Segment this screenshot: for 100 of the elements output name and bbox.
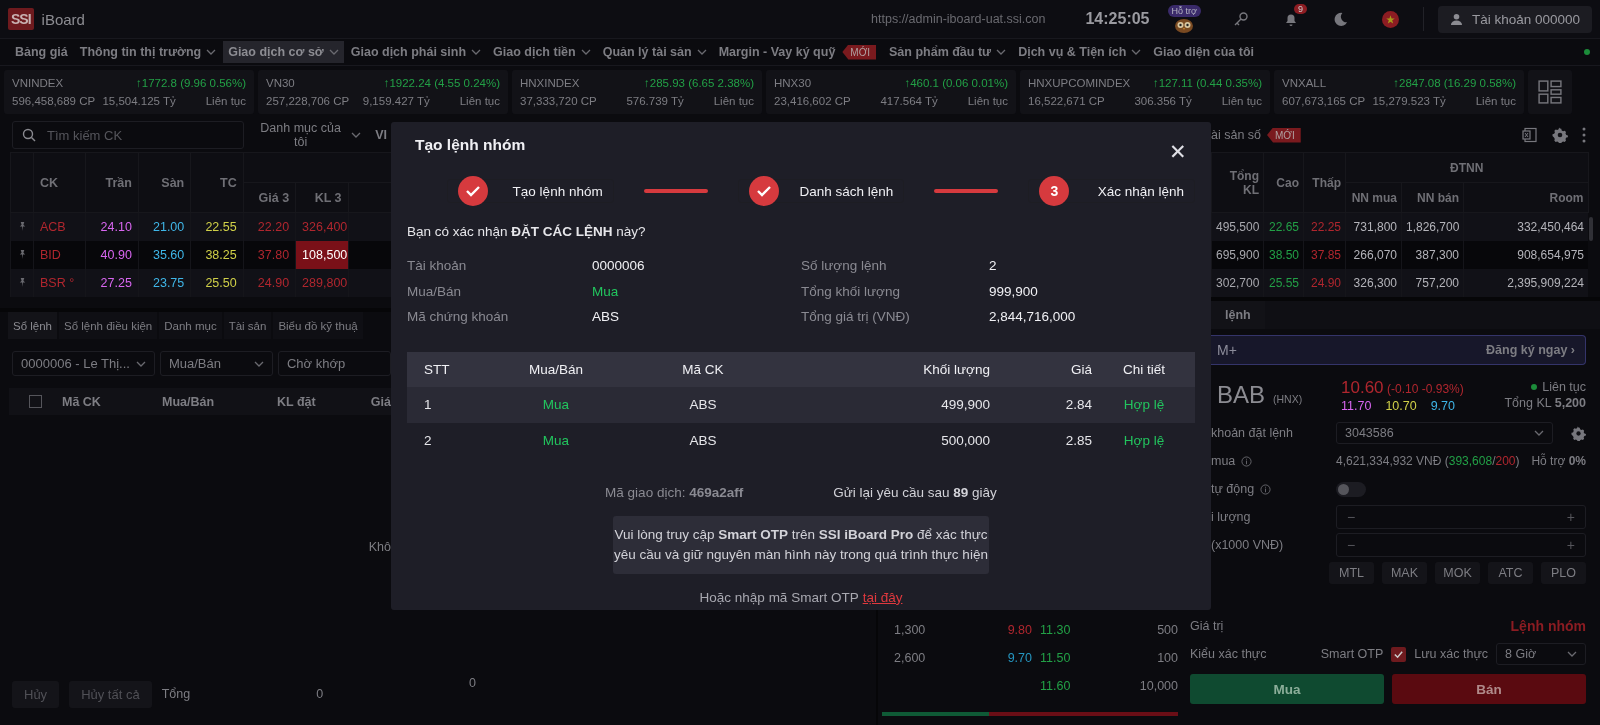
index-volume: 596,458,689 CP: [12, 95, 96, 107]
promo-banner[interactable]: M+ Đăng ký ngay ›: [1211, 335, 1586, 365]
menu-item[interactable]: Giao dịch phái sinh: [345, 41, 487, 63]
order-type-button[interactable]: PLO: [1541, 562, 1586, 584]
session-status: Liên tục: [1542, 380, 1586, 394]
order-type-button[interactable]: MAK: [1382, 562, 1427, 584]
check-icon: [1393, 648, 1405, 660]
watchlist-tab[interactable]: VI: [375, 128, 387, 142]
bid-price: 9.80: [1006, 623, 1033, 637]
stock-symbol[interactable]: ACB: [33, 212, 86, 241]
tab[interactable]: Sổ lệnh: [8, 312, 59, 339]
index-volume: 257,228,706 CP: [266, 95, 350, 107]
summary-value: 999,900: [989, 283, 1038, 299]
pin-icon[interactable]: [18, 222, 27, 231]
app-name: iBoard: [41, 10, 85, 28]
confirm-question: Bạn có xác nhận ĐẶT CÁC LỆNH này?: [407, 224, 647, 239]
spreadsheet-icon[interactable]: [1522, 127, 1538, 143]
close-button[interactable]: ✕: [1169, 140, 1187, 164]
otp-link[interactable]: tại đây: [862, 589, 903, 605]
field-label: mua: [1211, 454, 1236, 468]
bid-price: 9.70: [1006, 651, 1033, 665]
chevron-down-icon: [206, 49, 217, 55]
filter-dropdown[interactable]: Mua/Bán: [159, 351, 273, 376]
index-card[interactable]: HNXINDEX ↑285.93 (6.65 2.38%) 37,333,720 CP 576.739 Tỷ Liên tục: [512, 70, 762, 114]
chevron-down-icon: [253, 360, 264, 367]
index-card[interactable]: VN30 ↑1922.24 (4.55 0.24%) 257,228,706 CP 9,159.427 Tỷ Liên tục: [258, 70, 508, 114]
duration-dropdown[interactable]: 8 Giờ: [1496, 643, 1586, 665]
owl-icon[interactable]: [1174, 17, 1195, 33]
order-row[interactable]: 2 Mua ABS 500,000 2.85 Hợp lệ: [407, 422, 1195, 459]
table-cell: 302,700: [1211, 269, 1264, 297]
chevron-down-icon: [1534, 430, 1544, 436]
pin-icon[interactable]: [18, 278, 27, 287]
menu-item[interactable]: Margin - Vay ký quỹ: [713, 41, 841, 63]
index-status: Liên tục: [713, 95, 754, 107]
index-status: Liên tục: [1221, 95, 1262, 107]
index-card[interactable]: VNINDEX ↑1772.8 (9.96 0.56%) 596,458,689 CP 15,504.125 Tỷ Liên tục: [4, 70, 254, 114]
table-cell: 21.00: [138, 212, 191, 241]
transaction-code: Mã giao dịch: 469a2aff: [605, 484, 744, 500]
table-cell: Hợp lệ: [1093, 386, 1195, 423]
dialog-title: Tạo lệnh nhóm: [415, 136, 526, 154]
index-card[interactable]: HNX30 ↑460.1 (0.06 0.01%) 23,416,602 CP 417.564 Tỷ Liên tục: [766, 70, 1016, 114]
order-row[interactable]: 1 Mua ABS 499,900 2.84 Hợp lệ: [407, 386, 1195, 423]
support-badge[interactable]: Hỗ trợ: [1167, 5, 1201, 17]
category-dropdown[interactable]: Danh mục của tôi: [258, 121, 362, 149]
order-type-button[interactable]: ATC: [1488, 562, 1533, 584]
index-card[interactable]: VNXALL ↑2847.08 (16.29 0.58%) 607,673,165 CP 15,279.523 Tỷ Liên tục: [1274, 70, 1524, 114]
summary-label: Mua/Bán: [407, 283, 463, 299]
settings-icon[interactable]: [1552, 127, 1568, 143]
checkbox[interactable]: [29, 395, 42, 408]
menu-item[interactable]: Giao dịch cơ sở: [223, 41, 344, 63]
menu-item[interactable]: Thông tin thị trường: [74, 41, 222, 63]
flag-icon[interactable]: [1381, 10, 1399, 28]
menu-item[interactable]: Dịch vụ & Tiện ích: [1013, 41, 1147, 63]
step-label: Xác nhận lệnh: [1097, 183, 1184, 199]
tab[interactable]: Tài sản: [223, 312, 274, 339]
price-stepper[interactable]: − +: [1336, 533, 1586, 557]
table-cell: 37.80: [243, 241, 296, 269]
menu-item[interactable]: Giao dịch tiền: [488, 41, 596, 63]
sell-button[interactable]: Bán: [1392, 674, 1586, 704]
index-change: ↑1922.24 (4.55 0.24%): [383, 77, 500, 89]
more-icon[interactable]: [1582, 127, 1586, 143]
table-cell: 35.60: [138, 241, 191, 269]
watchlist-tab[interactable]: ài sản số: [1211, 128, 1262, 142]
logo[interactable]: SSI: [8, 8, 34, 30]
filter-dropdown[interactable]: 0000006 - Le Thị...: [12, 351, 155, 376]
table-cell: 2: [407, 422, 485, 459]
account-button[interactable]: Tài khoản 000000: [1437, 5, 1592, 33]
column-header: Giá: [370, 394, 391, 409]
tab[interactable]: Biểu đồ kỹ thuậ: [273, 312, 365, 339]
settings-icon[interactable]: [1571, 425, 1586, 441]
index-card[interactable]: HNXUPCOMINDEX ↑127.11 (0.44 0.35%) 16,522,671 CP 306.356 Tỷ Liên tục: [1020, 70, 1270, 114]
stock-symbol[interactable]: BSR °: [33, 269, 86, 297]
toggle-switch[interactable]: [1336, 481, 1366, 497]
bid-volume: 1,300: [893, 623, 927, 637]
order-type-button[interactable]: MOK: [1435, 562, 1480, 584]
column-header: Giá: [991, 351, 1093, 387]
stock-symbol[interactable]: BID: [33, 241, 86, 269]
search-field[interactable]: Tìm kiếm CK: [12, 121, 244, 149]
new-badge: MỚI: [1267, 127, 1301, 143]
menu-item[interactable]: Sản phẩm đầu tư: [884, 41, 1012, 63]
quantity-stepper[interactable]: − +: [1336, 505, 1586, 529]
filter-dropdown[interactable]: Chờ khớp: [277, 351, 391, 376]
index-volume: 16,522,671 CP: [1028, 95, 1105, 107]
moon-icon[interactable]: [1332, 11, 1348, 27]
table-cell: 22.20: [243, 212, 296, 241]
order-type-button[interactable]: MTL: [1329, 562, 1374, 584]
tab[interactable]: Danh mục: [159, 312, 224, 339]
promo-link[interactable]: Đăng ký ngay ›: [1486, 343, 1575, 357]
buy-button[interactable]: Mua: [1190, 674, 1384, 704]
account-dropdown[interactable]: 3043586: [1336, 422, 1553, 444]
layout-button[interactable]: [1528, 70, 1572, 114]
pin-icon[interactable]: [18, 250, 27, 259]
menu-item[interactable]: Giao diện của tôi: [1148, 41, 1259, 63]
column-header: TC: [190, 152, 244, 213]
auth-method: Smart OTP: [1320, 647, 1384, 661]
checkbox[interactable]: [1391, 646, 1407, 662]
key-icon[interactable]: [1232, 11, 1249, 27]
tab[interactable]: Sổ lệnh điều kiện: [59, 312, 160, 339]
menu-item[interactable]: Bảng giá: [10, 41, 73, 63]
menu-item[interactable]: Quản lý tài sản: [597, 41, 712, 63]
